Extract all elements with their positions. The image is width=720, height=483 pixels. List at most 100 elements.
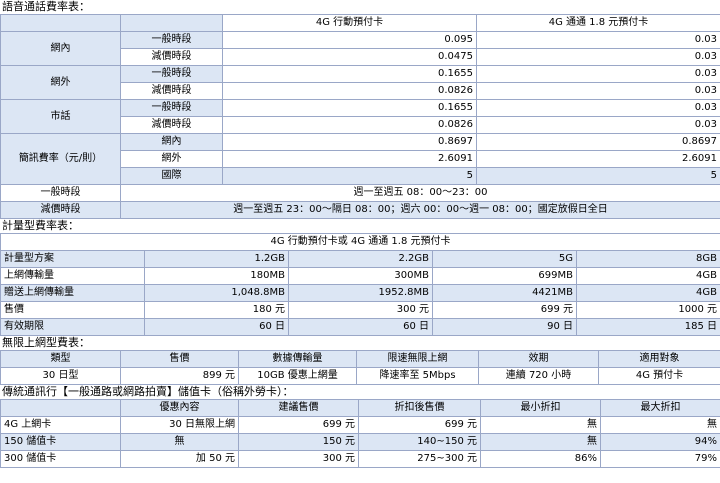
unlimited-header: 效期	[478, 350, 599, 368]
stored-header	[0, 399, 121, 417]
voice-rate-table: 4G 行動預付卡 4G 通通 1.8 元預付卡 網內 一般時段 0.095 0.…	[0, 14, 720, 219]
voice-value: 0.03	[476, 48, 720, 66]
stored-cell: 300 元	[238, 450, 359, 468]
unlimited-rate-table: 類型 售價 數據傳輸量 限速無限上網 效期 適用對象 30 日型 899 元 1…	[0, 350, 720, 385]
voice-value: 5	[476, 167, 720, 185]
stored-cell: 4G 上網卡	[0, 416, 121, 434]
stored-cell: 94%	[600, 433, 720, 451]
metered-value: 180MB	[144, 267, 289, 285]
metered-rate-table: 4G 行動預付卡或 4G 通通 1.8 元預付卡 計量型方案 1.2GB 2.2…	[0, 233, 720, 336]
metered-row-label: 贈送上網傳輸量	[0, 284, 145, 302]
voice-value: 0.03	[476, 116, 720, 134]
voice-row-label: 一般時段	[120, 99, 223, 117]
stored-cell: 79%	[600, 450, 720, 468]
metered-value: 1,048.8MB	[144, 284, 289, 302]
stored-header: 優惠內容	[120, 399, 239, 417]
stored-cell: 30 日無限上網	[120, 416, 239, 434]
metered-value: 60 日	[144, 318, 289, 336]
stored-cell: 無	[120, 433, 239, 451]
voice-value: 0.03	[476, 99, 720, 117]
metered-value: 5G	[432, 250, 577, 268]
period-label: 一般時段	[0, 184, 121, 202]
metered-value: 4421MB	[432, 284, 577, 302]
voice-row-label: 國際	[120, 167, 223, 185]
voice-value: 0.8697	[476, 133, 720, 151]
stored-cell: 150 元	[238, 433, 359, 451]
voice-value: 0.03	[476, 65, 720, 83]
voice-value: 0.1655	[222, 65, 477, 83]
voice-group-name: 簡訊費率（元/則）	[0, 133, 121, 185]
metered-value: 1.2GB	[144, 250, 289, 268]
metered-value: 8GB	[576, 250, 720, 268]
voice-group-name: 網外	[0, 65, 121, 100]
unlimited-header: 限速無限上網	[356, 350, 479, 368]
stored-cell: 140~150 元	[358, 433, 481, 451]
unlimited-cell: 30 日型	[0, 367, 121, 385]
voice-section-title: 語音通話費率表：	[2, 0, 90, 13]
voice-header-blank	[0, 14, 121, 32]
unlimited-header: 售價	[120, 350, 239, 368]
voice-row-label: 一般時段	[120, 65, 223, 83]
unlimited-header: 適用對象	[598, 350, 720, 368]
period-value: 週一至週五 08：00～23：00	[120, 184, 720, 202]
unlimited-section-title: 無限上網型費表：	[2, 336, 90, 349]
voice-value: 0.1655	[222, 99, 477, 117]
voice-row-label: 一般時段	[120, 31, 223, 49]
stored-cell: 300 儲值卡	[0, 450, 121, 468]
metered-value: 90 日	[432, 318, 577, 336]
voice-row-label: 減價時段	[120, 116, 223, 134]
voice-value: 2.6091	[476, 150, 720, 168]
metered-value: 4GB	[576, 284, 720, 302]
metered-header: 4G 行動預付卡或 4G 通通 1.8 元預付卡	[0, 233, 720, 251]
voice-value: 0.0826	[222, 116, 477, 134]
voice-header-blank2	[120, 14, 223, 32]
stored-value-table: 優惠內容 建議售價 折扣後售價 最小折扣 最大折扣 4G 上網卡 30 日無限上…	[0, 399, 720, 468]
stored-cell: 加 50 元	[120, 450, 239, 468]
voice-col2-header: 4G 通通 1.8 元預付卡	[476, 14, 720, 32]
metered-value: 2.2GB	[288, 250, 433, 268]
voice-value: 0.0826	[222, 82, 477, 100]
metered-value: 699MB	[432, 267, 577, 285]
voice-value: 5	[222, 167, 477, 185]
stored-header: 折扣後售價	[358, 399, 481, 417]
unlimited-cell: 降速率至 5Mbps	[356, 367, 479, 385]
stored-cell: 86%	[480, 450, 601, 468]
stored-cell: 699 元	[358, 416, 481, 434]
unlimited-cell: 899 元	[120, 367, 239, 385]
metered-value: 60 日	[288, 318, 433, 336]
voice-value: 2.6091	[222, 150, 477, 168]
voice-row-label: 網內	[120, 133, 223, 151]
stored-header: 建議售價	[238, 399, 359, 417]
metered-row-label: 售價	[0, 301, 145, 319]
metered-section-title: 計量型費率表：	[2, 219, 79, 232]
unlimited-cell: 10GB 優惠上網量	[238, 367, 357, 385]
metered-value: 1952.8MB	[288, 284, 433, 302]
unlimited-header: 類型	[0, 350, 121, 368]
voice-row-label: 網外	[120, 150, 223, 168]
voice-col1-header: 4G 行動預付卡	[222, 14, 477, 32]
period-value: 週一至週五 23：00～隔日 08：00；週六 00：00～週一 08：00；國…	[120, 201, 720, 219]
voice-row-label: 減價時段	[120, 82, 223, 100]
metered-value: 1000 元	[576, 301, 720, 319]
metered-value: 180 元	[144, 301, 289, 319]
unlimited-cell: 連續 720 小時	[478, 367, 599, 385]
voice-value: 0.03	[476, 31, 720, 49]
unlimited-header: 數據傳輸量	[238, 350, 357, 368]
voice-group-name: 市話	[0, 99, 121, 134]
stored-cell: 150 儲值卡	[0, 433, 121, 451]
metered-row-label: 上網傳輸量	[0, 267, 145, 285]
stored-cell: 275~300 元	[358, 450, 481, 468]
stored-header: 最小折扣	[480, 399, 601, 417]
metered-value: 699 元	[432, 301, 577, 319]
voice-group-name: 網內	[0, 31, 121, 66]
metered-value: 4GB	[576, 267, 720, 285]
voice-value: 0.095	[222, 31, 477, 49]
period-label: 減價時段	[0, 201, 121, 219]
metered-row-label: 有效期限	[0, 318, 145, 336]
stored-cell: 無	[600, 416, 720, 434]
voice-value: 0.8697	[222, 133, 477, 151]
metered-row-label: 計量型方案	[0, 250, 145, 268]
stored-cell: 699 元	[238, 416, 359, 434]
unlimited-cell: 4G 預付卡	[598, 367, 720, 385]
metered-value: 300MB	[288, 267, 433, 285]
